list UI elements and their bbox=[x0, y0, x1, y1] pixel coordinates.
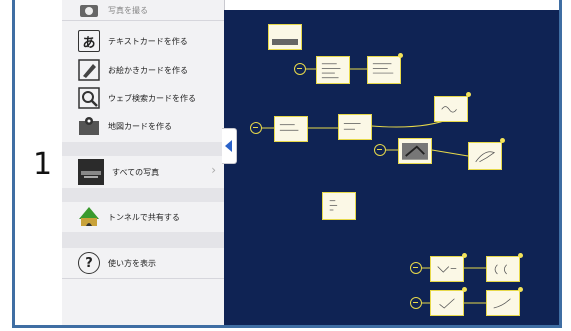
menu-item-label: 地図カードを作る bbox=[108, 121, 172, 131]
menu-item-drawing-card[interactable]: お絵かきカードを作る bbox=[62, 56, 224, 84]
sketch bbox=[441, 106, 457, 113]
menu-item-label: テキストカードを作る bbox=[108, 36, 188, 46]
card-handle[interactable] bbox=[398, 53, 403, 58]
menu-item-label: 使い方を表示 bbox=[108, 258, 156, 268]
menu-item-label: ウェブ検索カードを作る bbox=[108, 93, 196, 103]
collapse-node-button[interactable] bbox=[250, 122, 262, 134]
menu-item-take-photo[interactable]: 写真を撮る bbox=[62, 0, 224, 20]
handwritten-note bbox=[321, 63, 341, 79]
pencil-icon bbox=[78, 59, 100, 81]
handwritten-note bbox=[343, 123, 361, 130]
menu-item-map-card[interactable]: 地図カードを作る bbox=[62, 112, 224, 140]
sketch bbox=[439, 298, 455, 309]
image-card-thumbnail bbox=[272, 39, 298, 45]
handwritten-note bbox=[279, 124, 299, 131]
menu-item-web-search-card[interactable]: ウェブ検索カードを作る bbox=[62, 84, 224, 112]
menu-section-gap bbox=[62, 188, 224, 202]
sketch bbox=[437, 266, 457, 273]
card-handle[interactable] bbox=[466, 92, 471, 97]
menu-item-all-photos[interactable]: すべての写真 › bbox=[62, 156, 224, 188]
card-handle[interactable] bbox=[462, 287, 467, 292]
sketch bbox=[494, 264, 507, 275]
card-handle[interactable] bbox=[518, 253, 523, 258]
magnifier-icon bbox=[78, 87, 100, 109]
photo-thumbnail-icon bbox=[78, 159, 104, 185]
card-handle[interactable] bbox=[518, 287, 523, 292]
menu-item-text-card[interactable]: あ テキストカードを作る bbox=[62, 27, 224, 55]
screenshot-frame: 写真を撮る あ テキストカードを作る お絵かきカードを作る ウェブ検索カードを作… bbox=[12, 0, 562, 328]
text-card[interactable] bbox=[316, 56, 350, 84]
text-card-icon: あ bbox=[78, 30, 100, 52]
image-card[interactable] bbox=[268, 24, 302, 50]
map-icon bbox=[78, 115, 100, 137]
drawing-card[interactable] bbox=[434, 96, 468, 122]
menu-section-gap bbox=[62, 232, 224, 248]
card-handle[interactable] bbox=[500, 138, 505, 143]
text-card[interactable] bbox=[338, 114, 372, 140]
menu-collapse-tab[interactable] bbox=[222, 128, 237, 164]
text-card[interactable] bbox=[367, 56, 401, 84]
camera-icon bbox=[78, 0, 100, 21]
handwritten-note bbox=[329, 200, 338, 211]
handwritten-note bbox=[372, 63, 394, 74]
sketch bbox=[475, 151, 496, 163]
collapse-node-button[interactable] bbox=[410, 262, 422, 274]
collapse-node-button[interactable] bbox=[410, 297, 422, 309]
menu-divider bbox=[62, 278, 224, 279]
menu-item-label: トンネルで共有する bbox=[108, 212, 180, 222]
menu-section-gap bbox=[62, 142, 224, 156]
drawing-card[interactable] bbox=[430, 290, 464, 316]
menu-divider bbox=[62, 20, 224, 21]
text-card[interactable] bbox=[322, 192, 356, 220]
drawing-card[interactable] bbox=[486, 290, 520, 316]
sketch bbox=[493, 298, 511, 309]
drawing-card[interactable] bbox=[486, 256, 520, 282]
photo-card[interactable] bbox=[398, 138, 432, 164]
annotation-numeral: 1 bbox=[33, 147, 53, 182]
drawing-card[interactable] bbox=[468, 142, 502, 170]
side-menu: 写真を撮る あ テキストカードを作る お絵かきカードを作る ウェブ検索カードを作… bbox=[62, 0, 225, 325]
menu-item-label: お絵かきカードを作る bbox=[108, 65, 188, 75]
menu-item-how-to-use[interactable]: ? 使い方を表示 bbox=[62, 248, 224, 278]
tunnel-share-icon bbox=[78, 206, 100, 228]
whiteboard-canvas[interactable] bbox=[224, 10, 559, 325]
menu-item-label: すべての写真 bbox=[112, 167, 160, 177]
photo-thumbnail bbox=[402, 143, 428, 160]
chevron-right-icon: › bbox=[211, 163, 216, 177]
collapse-node-button[interactable] bbox=[374, 144, 386, 156]
collapse-node-button[interactable] bbox=[294, 63, 306, 75]
card-handle[interactable] bbox=[462, 253, 467, 258]
menu-item-label: 写真を撮る bbox=[108, 5, 148, 15]
menu-item-tunnel-share[interactable]: トンネルで共有する bbox=[62, 202, 224, 232]
help-icon: ? bbox=[78, 252, 100, 274]
text-card[interactable] bbox=[274, 116, 308, 142]
drawing-card[interactable] bbox=[430, 256, 464, 282]
